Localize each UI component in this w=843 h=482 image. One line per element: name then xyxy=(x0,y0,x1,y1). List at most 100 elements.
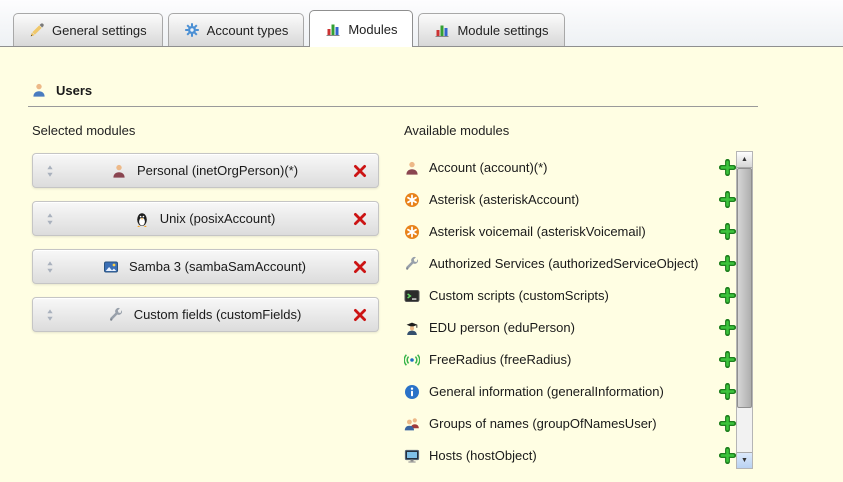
available-module-row-groups-of-names: Groups of names (groupOfNamesUser) xyxy=(404,407,736,439)
green-plus-icon xyxy=(719,223,736,240)
tab-bar: General settings Account types Modules M… xyxy=(0,0,843,47)
add-module-button[interactable] xyxy=(718,415,736,432)
graduate-icon xyxy=(404,320,420,336)
drag-handle[interactable] xyxy=(43,212,61,226)
module-label: Unix (posixAccount) xyxy=(160,211,276,226)
tab-modules[interactable]: Modules xyxy=(309,10,413,47)
module-label: Samba 3 (sambaSamAccount) xyxy=(129,259,306,274)
red-cross-icon xyxy=(352,211,368,227)
tab-module-settings[interactable]: Module settings xyxy=(418,13,564,46)
selected-module-row-unix[interactable]: Unix (posixAccount) xyxy=(32,201,379,236)
scrollbar-down-button[interactable]: ▼ xyxy=(737,452,752,468)
module-label: Asterisk voicemail (asteriskVoicemail) xyxy=(420,224,718,239)
gear-icon xyxy=(184,22,200,38)
bar-chart-icon xyxy=(325,21,341,37)
available-module-row-custom-scripts: Custom scripts (customScripts) xyxy=(404,279,736,311)
green-plus-icon xyxy=(719,159,736,176)
tab-label: Modules xyxy=(348,22,397,37)
penguin-icon xyxy=(134,211,150,227)
person-icon xyxy=(404,160,420,176)
available-module-row-hosts: Hosts (hostObject) xyxy=(404,439,736,471)
module-label: Personal (inetOrgPerson)(*) xyxy=(137,163,298,178)
available-module-row-asterisk-voicemail: Asterisk voicemail (asteriskVoicemail) xyxy=(404,215,736,247)
tools-icon xyxy=(108,307,124,323)
terminal-icon xyxy=(404,288,420,304)
add-module-button[interactable] xyxy=(718,223,736,240)
add-module-button[interactable] xyxy=(718,191,736,208)
green-plus-icon xyxy=(719,383,736,400)
tab-label: Module settings xyxy=(457,23,548,38)
green-plus-icon xyxy=(719,255,736,272)
asterisk-icon xyxy=(404,224,420,240)
section-divider xyxy=(28,106,758,107)
info-icon xyxy=(404,384,420,400)
add-module-button[interactable] xyxy=(718,287,736,304)
remove-module-button[interactable] xyxy=(348,307,368,323)
up-down-arrows-icon xyxy=(43,260,57,274)
green-plus-icon xyxy=(719,191,736,208)
add-module-button[interactable] xyxy=(718,351,736,368)
module-entry: Unix (posixAccount) xyxy=(61,211,348,227)
available-module-row-freeradius: FreeRadius (freeRadius) xyxy=(404,343,736,375)
module-entry: Personal (inetOrgPerson)(*) xyxy=(61,163,348,179)
radio-signal-icon xyxy=(404,352,420,368)
person-icon xyxy=(111,163,127,179)
add-module-button[interactable] xyxy=(718,447,736,464)
tab-label: General settings xyxy=(52,23,147,38)
red-cross-icon xyxy=(352,163,368,179)
available-module-row-asterisk: Asterisk (asteriskAccount) xyxy=(404,183,736,215)
tab-account-types[interactable]: Account types xyxy=(168,13,305,46)
module-label: EDU person (eduPerson) xyxy=(420,320,718,335)
add-module-button[interactable] xyxy=(718,383,736,400)
group-icon xyxy=(404,416,420,432)
scrollbar[interactable]: ▲ ▼ xyxy=(736,151,753,469)
remove-module-button[interactable] xyxy=(348,211,368,227)
samba-icon xyxy=(103,259,119,275)
available-modules-heading: Available modules xyxy=(404,123,756,138)
green-plus-icon xyxy=(719,415,736,432)
add-module-button[interactable] xyxy=(718,319,736,336)
tools-icon xyxy=(404,256,420,272)
selected-module-row-samba[interactable]: Samba 3 (sambaSamAccount) xyxy=(32,249,379,284)
module-label: Asterisk (asteriskAccount) xyxy=(420,192,718,207)
scrollbar-up-button[interactable]: ▲ xyxy=(737,152,752,168)
available-module-row-authorized-services: Authorized Services (authorizedServiceOb… xyxy=(404,247,736,279)
tab-general-settings[interactable]: General settings xyxy=(13,13,163,46)
user-icon xyxy=(31,82,47,98)
selected-modules-heading: Selected modules xyxy=(32,123,379,138)
available-modules-panel: Available modules Account (account)(*) A… xyxy=(404,123,756,471)
up-arrow-icon: ▲ xyxy=(741,156,748,163)
selected-module-row-personal[interactable]: Personal (inetOrgPerson)(*) xyxy=(32,153,379,188)
remove-module-button[interactable] xyxy=(348,259,368,275)
tab-label: Account types xyxy=(207,23,289,38)
green-plus-icon xyxy=(719,287,736,304)
up-down-arrows-icon xyxy=(43,212,57,226)
selected-module-row-custom-fields[interactable]: Custom fields (customFields) xyxy=(32,297,379,332)
available-module-row-account: Account (account)(*) xyxy=(404,151,736,183)
section-heading: Users xyxy=(31,82,92,98)
available-module-row-edu-person: EDU person (eduPerson) xyxy=(404,311,736,343)
green-plus-icon xyxy=(719,319,736,336)
module-label: General information (generalInformation) xyxy=(420,384,718,399)
pencil-wrench-icon xyxy=(29,22,45,38)
drag-handle[interactable] xyxy=(43,164,61,178)
drag-handle[interactable] xyxy=(43,260,61,274)
green-plus-icon xyxy=(719,351,736,368)
add-module-button[interactable] xyxy=(718,255,736,272)
available-modules-list: Account (account)(*) Asterisk (asteriskA… xyxy=(404,151,736,471)
remove-module-button[interactable] xyxy=(348,163,368,179)
asterisk-icon xyxy=(404,192,420,208)
lam-configuration-window: General settings Account types Modules M… xyxy=(0,0,843,482)
green-plus-icon xyxy=(719,447,736,464)
drag-handle[interactable] xyxy=(43,308,61,322)
module-label: Custom fields (customFields) xyxy=(134,307,302,322)
add-module-button[interactable] xyxy=(718,159,736,176)
module-label: Account (account)(*) xyxy=(420,160,718,175)
section-title: Users xyxy=(56,83,92,98)
module-label: FreeRadius (freeRadius) xyxy=(420,352,718,367)
red-cross-icon xyxy=(352,259,368,275)
scrollbar-track[interactable] xyxy=(737,408,752,452)
module-label: Hosts (hostObject) xyxy=(420,448,718,463)
selected-modules-panel: Selected modules Personal (inetOrgPerson… xyxy=(32,123,379,345)
scrollbar-thumb[interactable] xyxy=(737,168,752,408)
